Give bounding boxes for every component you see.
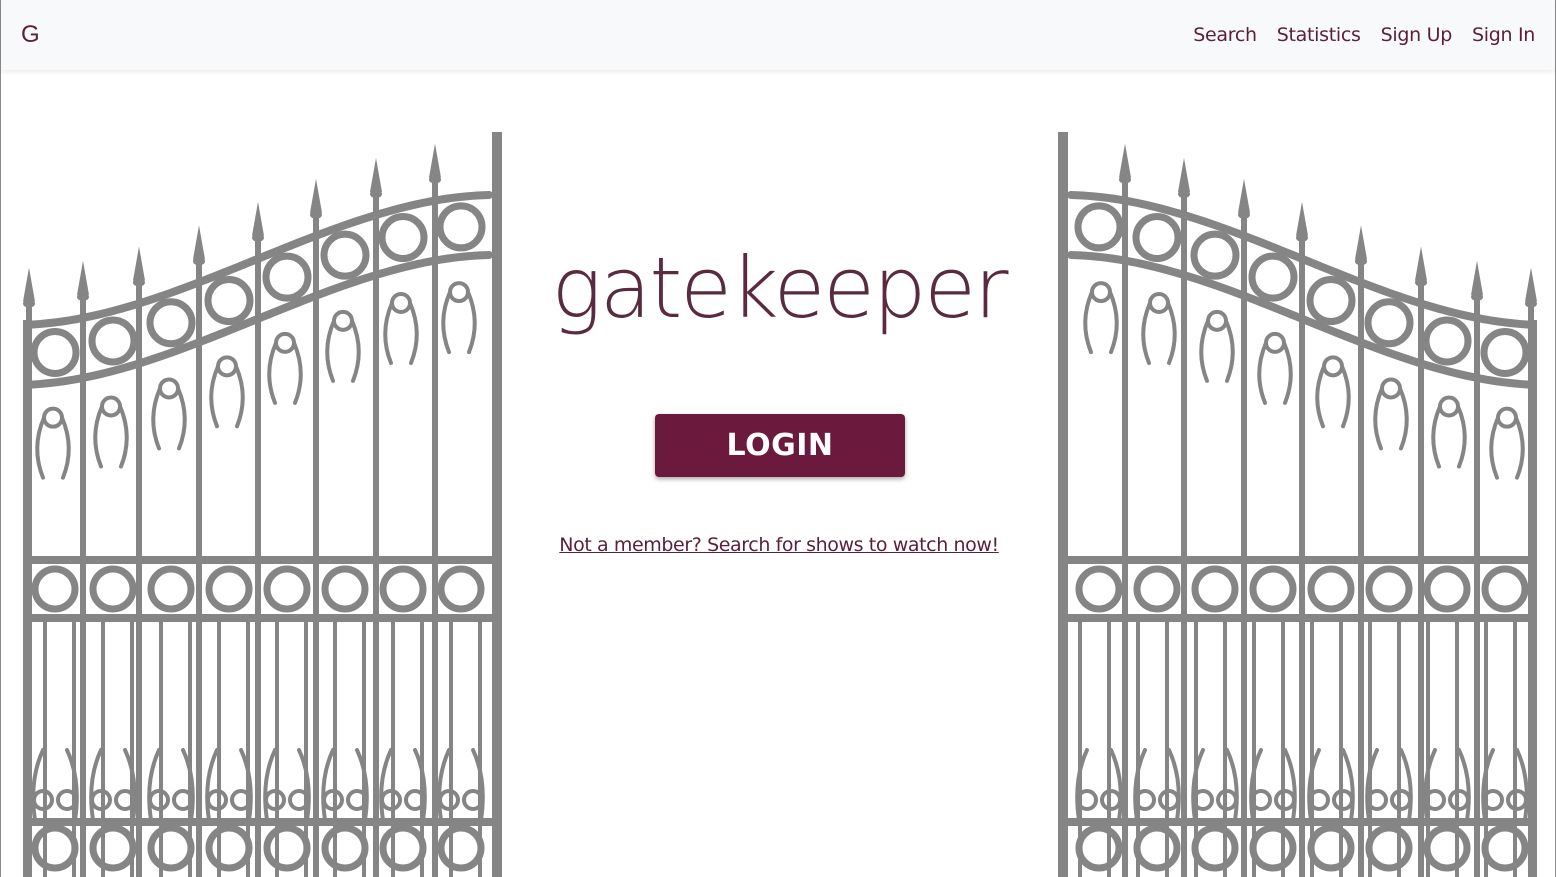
- nav-link-sign-in[interactable]: Sign In: [1472, 24, 1535, 46]
- right-gate-illustration: [1058, 132, 1537, 877]
- brand-logo-link[interactable]: G: [21, 21, 40, 49]
- nav-link-sign-up[interactable]: Sign Up: [1381, 24, 1453, 46]
- nav-links: Search Statistics Sign Up Sign In: [1193, 24, 1535, 46]
- login-button[interactable]: LOGIN: [655, 414, 905, 477]
- search-shows-link[interactable]: Not a member? Search for shows to watch …: [479, 534, 1079, 556]
- navbar: G Search Statistics Sign Up Sign In: [1, 0, 1555, 70]
- page-title: gatekeeper: [551, 239, 1008, 337]
- nav-link-search[interactable]: Search: [1193, 24, 1257, 46]
- left-gate-illustration: [23, 132, 502, 877]
- nav-link-statistics[interactable]: Statistics: [1277, 24, 1361, 46]
